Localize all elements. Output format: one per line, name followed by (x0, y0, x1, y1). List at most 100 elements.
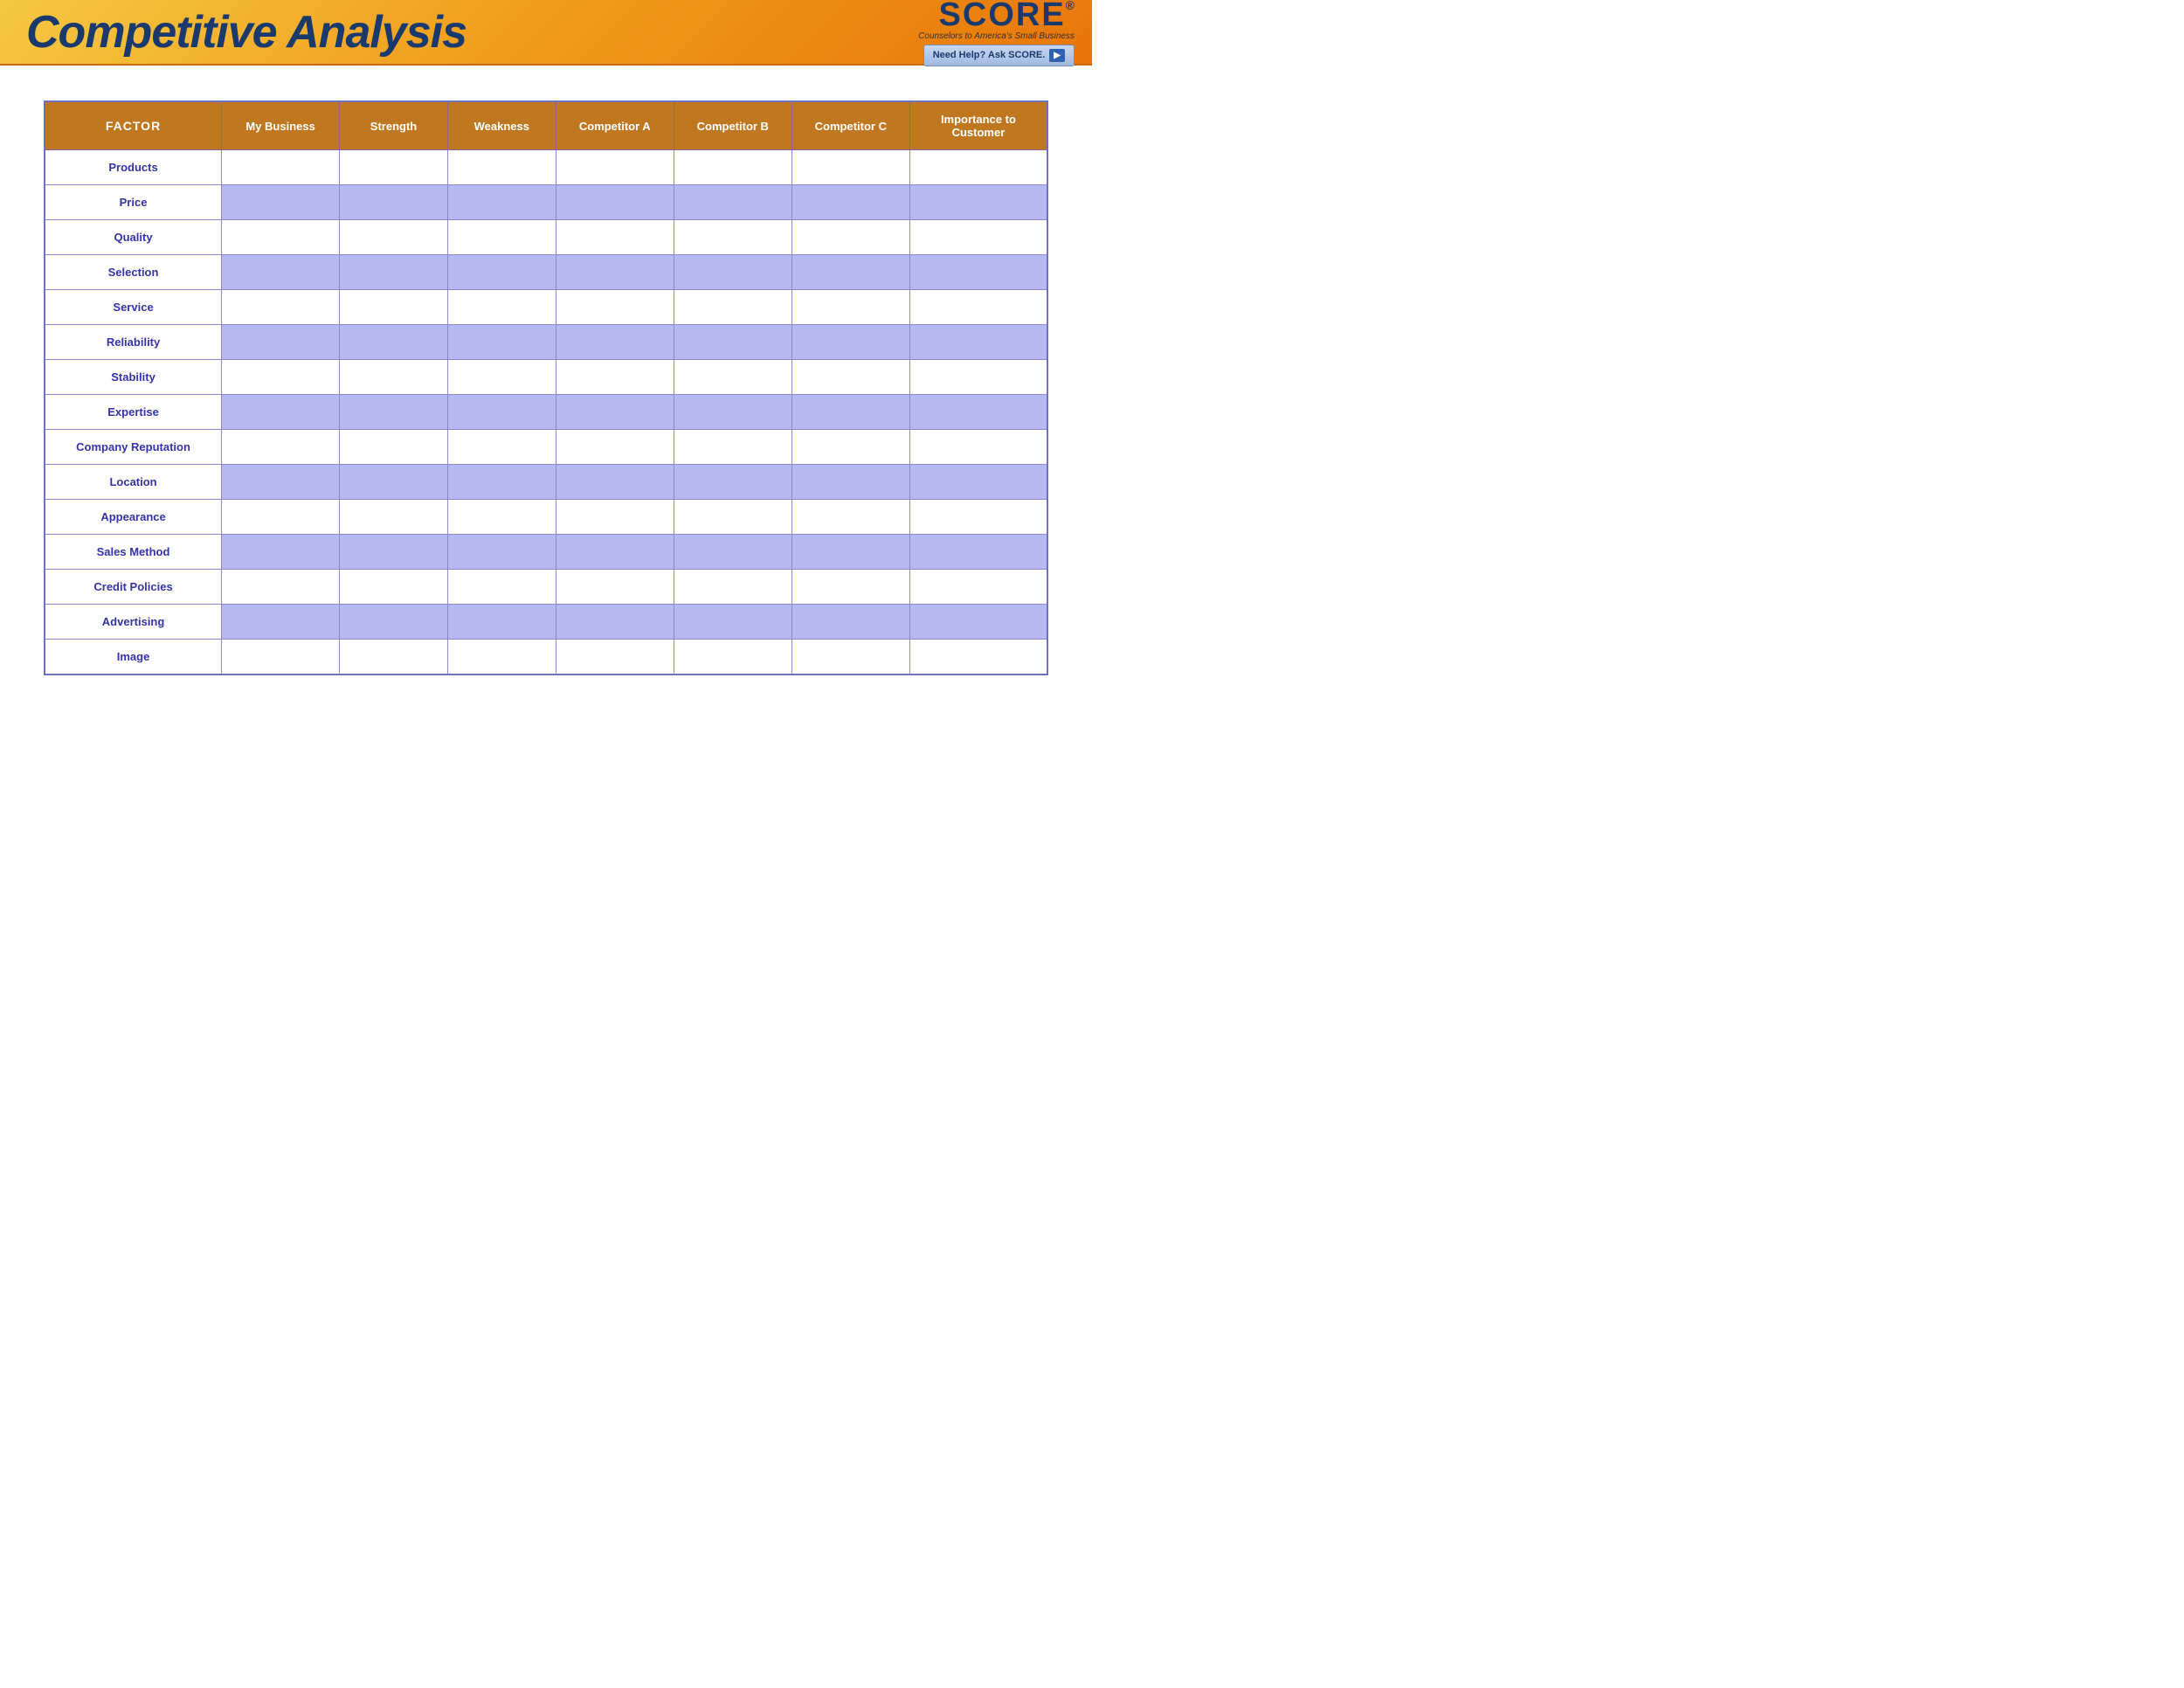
data-cell (909, 605, 1047, 640)
score-name: SCORE (939, 0, 1066, 31)
table-row: Quality (45, 220, 1047, 255)
score-logo: SCORE ® Counselors to America's Small Bu… (918, 0, 1075, 41)
table-row: Location (45, 465, 1047, 500)
data-cell (447, 220, 556, 255)
data-cell (791, 185, 909, 220)
analysis-table: FACTOR My Business Strength Weakness Com… (44, 100, 1048, 675)
data-cell (340, 395, 448, 430)
factor-cell: Sales Method (45, 535, 222, 570)
data-cell (222, 640, 340, 675)
data-cell (674, 535, 791, 570)
data-cell (556, 220, 674, 255)
factor-cell: Products (45, 150, 222, 185)
score-help-button[interactable]: Need Help? Ask SCORE. ▶ (923, 45, 1075, 66)
table-row: Advertising (45, 605, 1047, 640)
data-cell (674, 360, 791, 395)
data-cell (556, 570, 674, 605)
data-cell (674, 640, 791, 675)
data-cell (674, 465, 791, 500)
data-cell (222, 185, 340, 220)
factor-cell: Location (45, 465, 222, 500)
factor-cell: Reliability (45, 325, 222, 360)
factor-cell: Quality (45, 220, 222, 255)
data-cell (447, 535, 556, 570)
table-row: Products (45, 150, 1047, 185)
table-row: Stability (45, 360, 1047, 395)
data-cell (674, 605, 791, 640)
data-cell (447, 185, 556, 220)
main-content: FACTOR My Business Strength Weakness Com… (0, 66, 1092, 710)
data-cell (674, 220, 791, 255)
data-cell (791, 255, 909, 290)
data-cell (556, 360, 674, 395)
data-cell (340, 430, 448, 465)
score-registered: ® (1066, 0, 1075, 12)
data-cell (222, 255, 340, 290)
factor-cell: Expertise (45, 395, 222, 430)
data-cell (791, 535, 909, 570)
data-cell (556, 430, 674, 465)
data-cell (791, 570, 909, 605)
data-cell (222, 150, 340, 185)
col-header-weakness: Weakness (447, 101, 556, 150)
data-cell (909, 325, 1047, 360)
data-cell (447, 605, 556, 640)
data-cell (447, 255, 556, 290)
col-header-competitor-c: Competitor C (791, 101, 909, 150)
data-cell (447, 325, 556, 360)
data-cell (909, 255, 1047, 290)
data-cell (340, 150, 448, 185)
table-row: Price (45, 185, 1047, 220)
data-cell (222, 570, 340, 605)
col-header-competitor-a: Competitor A (556, 101, 674, 150)
score-button-arrow-icon: ▶ (1049, 49, 1065, 62)
data-cell (791, 430, 909, 465)
data-cell (674, 255, 791, 290)
col-header-my-business: My Business (222, 101, 340, 150)
data-cell (556, 465, 674, 500)
table-row: Appearance (45, 500, 1047, 535)
factor-cell: Service (45, 290, 222, 325)
factor-cell: Company Reputation (45, 430, 222, 465)
data-cell (340, 605, 448, 640)
data-cell (556, 605, 674, 640)
col-header-strength: Strength (340, 101, 448, 150)
table-row: Service (45, 290, 1047, 325)
data-cell (447, 430, 556, 465)
data-cell (909, 150, 1047, 185)
data-cell (791, 465, 909, 500)
table-row: Expertise (45, 395, 1047, 430)
data-cell (556, 290, 674, 325)
data-cell (556, 325, 674, 360)
data-cell (340, 535, 448, 570)
data-cell (556, 535, 674, 570)
data-cell (340, 570, 448, 605)
data-cell (222, 325, 340, 360)
data-cell (791, 500, 909, 535)
data-cell (791, 395, 909, 430)
data-cell (222, 465, 340, 500)
data-cell (340, 360, 448, 395)
data-cell (674, 570, 791, 605)
data-cell (340, 325, 448, 360)
data-cell (791, 325, 909, 360)
data-cell (556, 640, 674, 675)
data-cell (556, 255, 674, 290)
table-header: FACTOR My Business Strength Weakness Com… (45, 101, 1047, 150)
table-body: ProductsPriceQualitySelectionServiceReli… (45, 150, 1047, 675)
col-header-factor: FACTOR (45, 101, 222, 150)
factor-cell: Credit Policies (45, 570, 222, 605)
data-cell (222, 500, 340, 535)
data-cell (909, 570, 1047, 605)
data-cell (674, 500, 791, 535)
data-cell (340, 185, 448, 220)
data-cell (222, 395, 340, 430)
data-cell (222, 605, 340, 640)
data-cell (674, 325, 791, 360)
data-cell (447, 465, 556, 500)
data-cell (340, 290, 448, 325)
table-row: Reliability (45, 325, 1047, 360)
score-button-label: Need Help? Ask SCORE. (933, 50, 1046, 60)
data-cell (909, 430, 1047, 465)
data-cell (791, 605, 909, 640)
